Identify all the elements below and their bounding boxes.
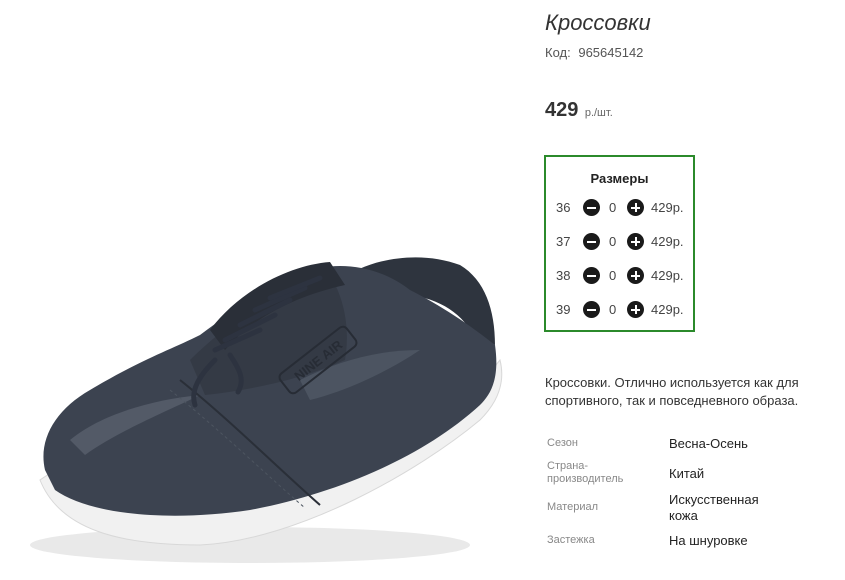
property-value: Искусственная кожа [669,492,759,523]
size-quantity: 0 [609,268,617,283]
size-row: 39 0 429р. [546,300,693,320]
plus-icon[interactable] [627,199,644,216]
size-quantity: 0 [609,200,617,215]
code-label: Код: [545,45,571,60]
size-quantity: 0 [609,302,617,317]
size-number: 39 [556,302,571,317]
size-number: 38 [556,268,571,283]
size-price: 429р. [651,302,684,317]
property-value: Весна-Осень [669,436,748,451]
price-unit: р./шт. [584,107,613,119]
product-price: 429 р./шт. [545,99,613,122]
product-code: Код: 965645142 [545,45,643,60]
size-price: 429р. [651,234,684,249]
size-row: 36 0 429р. [546,198,693,218]
size-price: 429р. [651,200,684,215]
minus-icon[interactable] [583,199,600,216]
minus-icon[interactable] [583,301,600,318]
size-number: 37 [556,234,571,249]
code-value: 965645142 [578,45,644,60]
plus-icon[interactable] [627,267,644,284]
size-number: 36 [556,200,571,215]
size-row: 37 0 429р. [546,232,693,252]
plus-icon[interactable] [627,301,644,318]
property-value: Китай [669,466,705,481]
property-label: Сезон [547,437,578,449]
property-value: На шнуровке [669,533,748,548]
size-price: 429р. [651,268,684,283]
price-value: 429 [545,99,579,121]
sizes-panel: Размеры 36 0 429р. 37 0 429р. 38 0 429р.… [544,155,695,332]
property-label: Застежка [547,534,595,546]
product-description: Кроссовки. Отлично используется как для … [545,375,799,408]
product-image[interactable]: NINE AIR [0,0,530,580]
property-label: Страна-производитель [547,460,624,485]
sizes-title: Размеры [590,171,649,186]
size-quantity: 0 [609,234,617,249]
minus-icon[interactable] [583,267,600,284]
size-row: 38 0 429р. [546,266,693,286]
minus-icon[interactable] [583,233,600,250]
property-label: Материал [547,501,598,513]
product-title: Кроссовки [545,10,651,35]
plus-icon[interactable] [627,233,644,250]
sneaker-image: NINE AIR [30,257,503,563]
